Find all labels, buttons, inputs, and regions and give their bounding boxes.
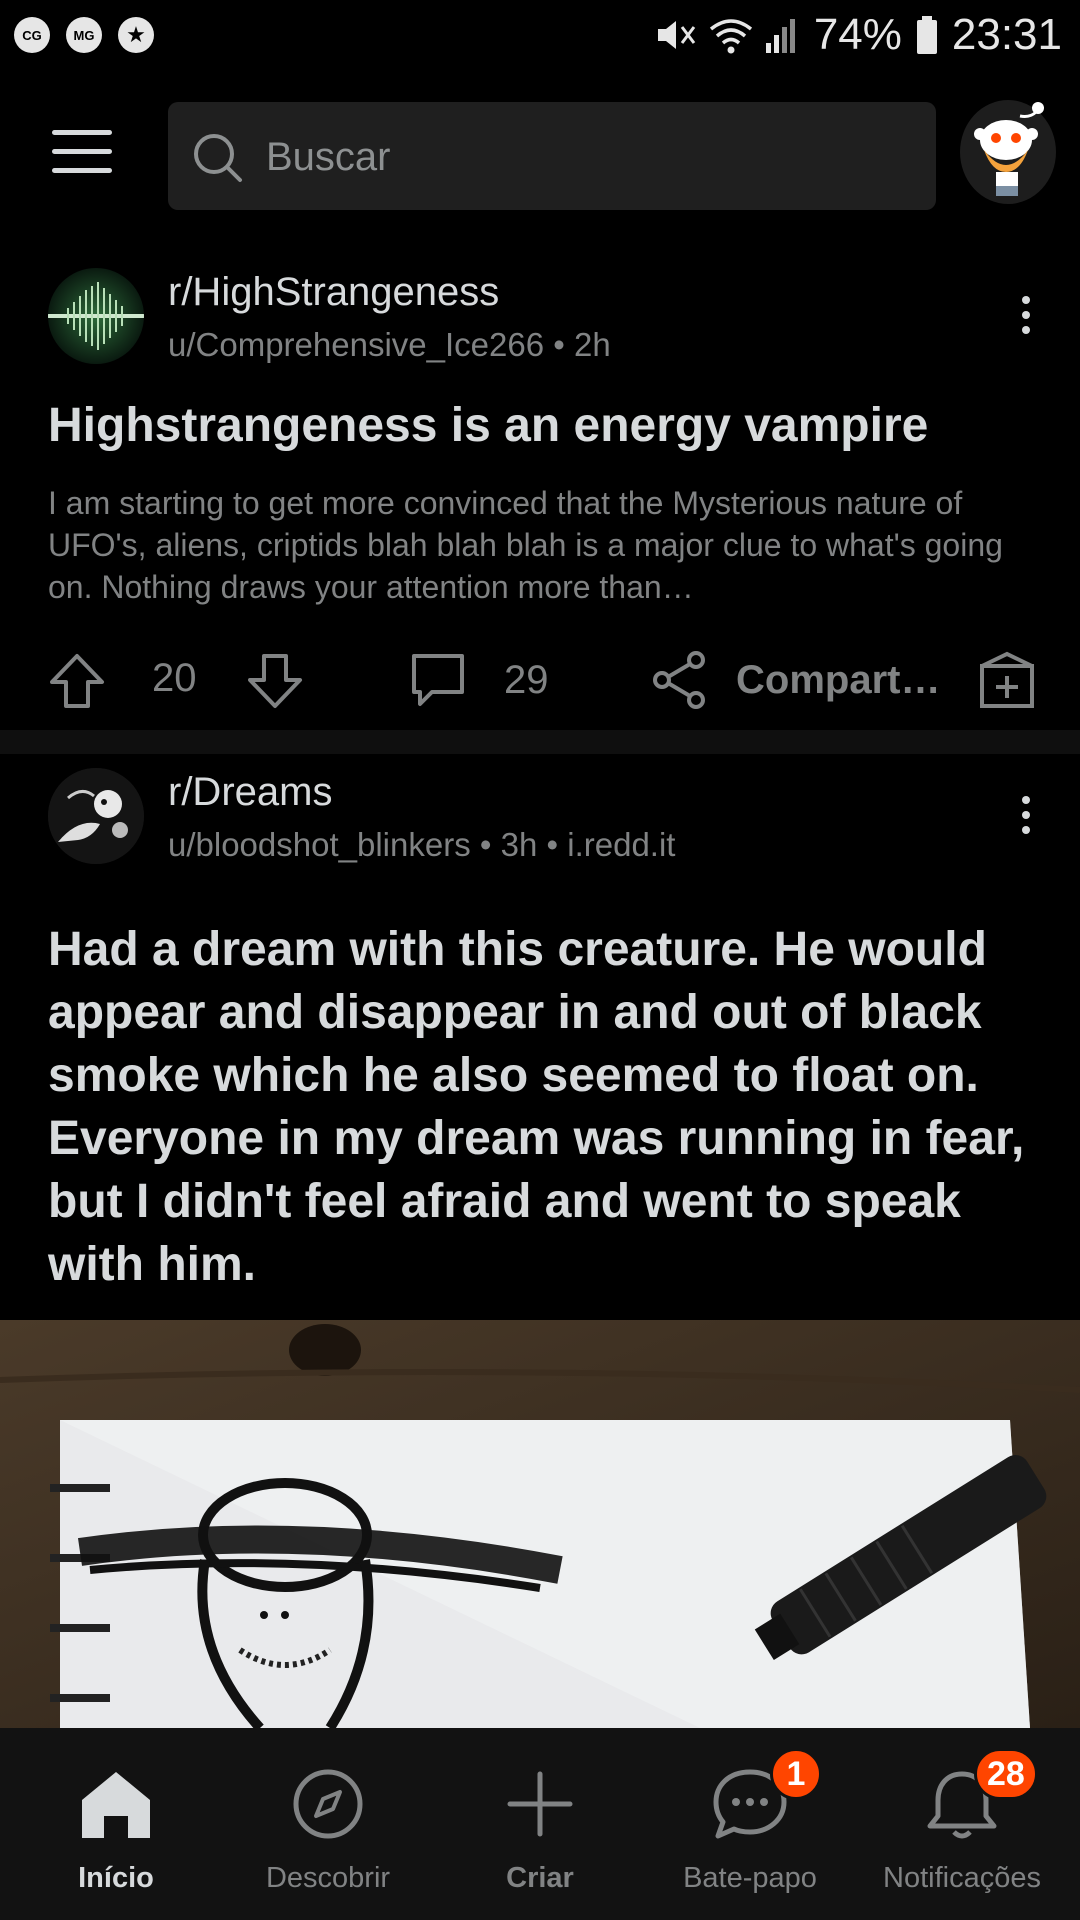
feed-post[interactable]: r/HighStrangeness u/Comprehensive_Ice266… (0, 260, 1080, 730)
comments-button[interactable]: 29 (408, 650, 549, 710)
separator: • (553, 326, 565, 363)
post-title[interactable]: Had a dream with this creature. He would… (48, 918, 1048, 1296)
tab-label: Criar (506, 1862, 574, 1894)
status-left-icons: CG MG ★ (14, 17, 154, 53)
post-author[interactable]: u/Comprehensive_Ice266 (168, 326, 544, 363)
tab-label: Descobrir (265, 1862, 391, 1894)
status-right: 74% 23:31 (654, 10, 1062, 60)
downvote-button[interactable] (246, 652, 304, 710)
bottom-nav: Início Descobrir Criar 1 Bate-papo 28 No… (0, 1728, 1080, 1920)
signal-icon (765, 19, 795, 53)
feed-post[interactable]: r/Dreams u/bloodshot_blinkers • 3h • i.r… (0, 760, 1080, 1320)
dreams-sketch-icon (48, 768, 144, 864)
creature-sketch-image (0, 1320, 1080, 1728)
snoo-avatar-icon (974, 102, 1044, 196)
post-title[interactable]: Highstrangeness is an energy vampire (48, 398, 1038, 453)
menu-icon[interactable] (52, 130, 112, 180)
wifi-icon (709, 19, 752, 54)
tab-create[interactable]: Criar (432, 1728, 648, 1920)
tab-label: Início (78, 1862, 154, 1894)
share-button[interactable]: Compart… (650, 650, 940, 710)
post-age: 2h (573, 326, 611, 363)
subreddit-name[interactable]: r/Dreams (168, 770, 332, 815)
battery-icon (916, 16, 937, 54)
upvote-icon (50, 654, 104, 708)
tab-label: Notificações (883, 1862, 1041, 1894)
gift-icon (980, 651, 1034, 708)
more-options-icon[interactable] (1018, 796, 1034, 846)
mute-icon (657, 21, 696, 49)
battery-percent: 74% (813, 10, 902, 59)
separator: • (479, 826, 492, 863)
tab-home[interactable]: Início (8, 1728, 224, 1920)
subreddit-icon[interactable] (48, 768, 144, 864)
post-meta: u/bloodshot_blinkers • 3h • i.redd.it (168, 826, 675, 864)
subreddit-icon[interactable] (48, 268, 144, 364)
tab-discover[interactable]: Descobrir (220, 1728, 436, 1920)
clock: 23:31 (951, 10, 1062, 59)
subreddit-name[interactable]: r/HighStrangeness (168, 270, 499, 315)
post-domain[interactable]: i.redd.it (567, 826, 675, 863)
cg-app-icon: CG (14, 17, 50, 53)
feed-divider (0, 730, 1080, 754)
tab-label: Bate-papo (683, 1862, 817, 1894)
search-bar[interactable] (168, 102, 936, 212)
mg-app-icon: MG (66, 17, 102, 53)
share-label: Compart… (736, 657, 941, 702)
share-icon (653, 651, 705, 709)
star-app-icon: ★ (118, 17, 154, 53)
plus-icon (507, 1771, 573, 1837)
post-author[interactable]: u/bloodshot_blinkers (168, 826, 471, 863)
post-image[interactable] (0, 1320, 1080, 1728)
more-options-icon[interactable] (1018, 296, 1034, 346)
compass-icon (293, 1769, 363, 1839)
search-icon (194, 134, 242, 182)
status-bar: CG MG ★ 74% 23:31 (0, 0, 1080, 76)
waveform-icon (48, 268, 144, 364)
notifications-badge: 28 (974, 1748, 1038, 1800)
app-header (0, 100, 1080, 212)
avatar[interactable] (960, 100, 1056, 204)
post-meta: u/Comprehensive_Ice266 • 2h (168, 326, 611, 364)
upvote-button[interactable] (48, 652, 106, 710)
home-icon (82, 1772, 150, 1838)
comment-count: 29 (504, 657, 549, 702)
chat-badge: 1 (770, 1748, 822, 1800)
vote-count: 20 (152, 656, 197, 700)
post-body-preview[interactable]: I am starting to get more convinced that… (48, 482, 1038, 608)
post-age: 3h (500, 826, 538, 863)
comment-icon (412, 654, 464, 706)
downvote-icon (248, 654, 302, 708)
tab-notifications[interactable]: 28 Notificações (854, 1728, 1070, 1920)
search-input[interactable] (264, 102, 908, 212)
separator: • (546, 826, 559, 863)
tab-chat[interactable]: 1 Bate-papo (642, 1728, 858, 1920)
post-actions: 20 29 Compart… (0, 638, 1080, 728)
award-button[interactable] (978, 648, 1036, 710)
